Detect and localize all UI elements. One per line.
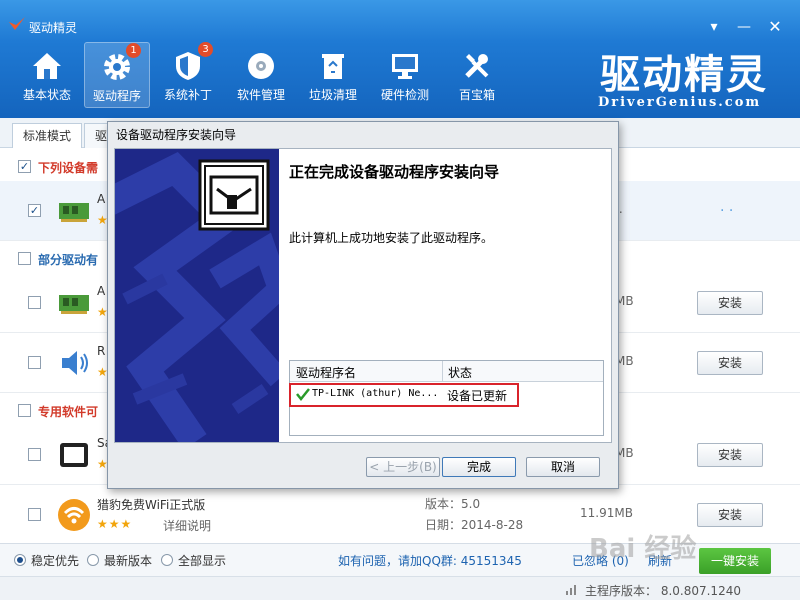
nav-label: 硬件检测 — [380, 88, 429, 102]
qq-group-link[interactable]: 如有问题，请加QQ群: 45151345 — [338, 552, 522, 569]
date-text: 日期：2014-8-28 — [425, 518, 524, 532]
nav-hardware-check[interactable]: 硬件检测 — [372, 42, 438, 108]
monitor-icon — [392, 54, 418, 79]
section-checkbox[interactable]: ✓ — [18, 160, 31, 173]
section-checkbox[interactable] — [18, 252, 31, 265]
nav-label: 基本状态 — [22, 88, 71, 102]
brand-logo-text: 驱动精灵 — [600, 52, 766, 94]
recycle-bin-icon — [322, 54, 344, 79]
row-checkbox[interactable] — [28, 296, 41, 309]
watermark-text: Bai 经验 — [589, 533, 696, 564]
nav-junk-cleanup[interactable]: 垃圾清理 — [300, 42, 366, 108]
cancel-button[interactable]: 取消 — [526, 457, 600, 477]
row-checkbox[interactable] — [28, 356, 41, 369]
nav-drivers[interactable]: 1 驱动程序 — [84, 42, 150, 108]
highlight-box — [289, 383, 519, 407]
driver-name: R — [97, 344, 106, 358]
table-header: 驱动程序名 状态 — [290, 361, 603, 382]
rating-stars: ★★★ — [97, 517, 133, 531]
file-size: 11.91MB — [580, 506, 633, 520]
details-link[interactable]: 详细说明 — [163, 517, 211, 534]
dialog-body: 正在完成设备驱动程序安装向导 此计算机上成功地安装了此驱动程序。 驱动程序名 状… — [114, 148, 612, 443]
nav-label: 驱动程序 — [92, 89, 141, 103]
install-button[interactable]: 安装 — [697, 503, 763, 527]
program-version: 主程序版本： 8.0.807.1240 — [585, 584, 741, 598]
house-icon — [33, 53, 61, 79]
row-checkbox[interactable]: ✓ — [28, 204, 41, 217]
disc-icon — [248, 53, 274, 79]
close-button[interactable]: ✕ — [765, 18, 785, 36]
baidu-watermark: Bai 经验 — [589, 533, 696, 564]
section-title: 专用软件可 — [38, 405, 99, 419]
driver-install-wizard-dialog: 设备驱动程序安装向导 正在完成设备驱动程序安装向导 此计算机上成功地安装了此驱动… — [107, 121, 619, 489]
app-title: 驱动精灵 — [29, 21, 78, 35]
radio-show-all[interactable] — [161, 554, 173, 566]
menu-dropdown-icon[interactable]: ▾ — [704, 18, 724, 36]
dialog-heading: 正在完成设备驱动程序安装向导 — [289, 163, 500, 181]
title-bar: 驱动精灵 ▾ — ✕ — [0, 0, 800, 36]
driver-status-table: 驱动程序名 状态 TP-LINK (athur) Ne... 设备已更新 — [289, 360, 604, 436]
wizard-banner-image — [115, 149, 279, 442]
section-title: 部分驱动有 — [38, 253, 99, 267]
brand-logo: 驱动精灵 — [600, 52, 766, 94]
brand-subtitle: DriverGenius.com — [598, 95, 762, 110]
nav-label: 软件管理 — [236, 88, 285, 102]
signal-icon — [566, 585, 576, 595]
nav-toolbox[interactable]: 百宝箱 — [444, 42, 510, 108]
nav-basic-status[interactable]: 基本状态 — [14, 42, 80, 108]
nav-system-patches[interactable]: 3 系统补丁 — [155, 42, 221, 108]
section-checkbox[interactable] — [18, 404, 31, 417]
network-card-icon — [59, 295, 89, 314]
driver-name: A — [97, 192, 106, 206]
section-title: 下列设备需 — [38, 161, 99, 175]
loading-dots-icon: · · — [720, 203, 734, 219]
device-icon — [60, 443, 88, 467]
driver-name: A — [97, 284, 106, 298]
finish-button[interactable]: 完成 — [442, 457, 516, 477]
network-card-icon — [59, 203, 89, 222]
software-name: 猎豹免费WiFi正式版 — [97, 498, 206, 512]
version-text: 版本：5.0 — [425, 497, 481, 511]
radio-label: 最新版本 — [104, 554, 153, 568]
install-button[interactable]: 安装 — [697, 443, 763, 467]
minimize-button[interactable]: — — [734, 18, 754, 36]
install-button[interactable]: 安装 — [697, 291, 763, 315]
dialog-title: 设备驱动程序安装向导 — [116, 128, 237, 142]
tab-standard-mode[interactable]: 标准模式 — [12, 123, 83, 148]
speaker-icon — [62, 351, 88, 375]
shield-icon — [176, 52, 200, 80]
radio-latest-version[interactable] — [87, 554, 99, 566]
radio-stable-first[interactable] — [14, 554, 26, 566]
tools-icon — [465, 54, 489, 78]
install-button[interactable]: 安装 — [697, 351, 763, 375]
wifi-icon — [58, 499, 90, 531]
nav-label: 百宝箱 — [458, 88, 495, 102]
column-header-driver-name[interactable]: 驱动程序名 — [296, 364, 356, 381]
back-button[interactable]: < 上一步(B) — [366, 457, 440, 477]
notification-badge: 3 — [198, 42, 213, 57]
radio-label: 稳定优先 — [31, 554, 80, 568]
app-logo-icon — [9, 17, 25, 30]
column-header-status[interactable]: 状态 — [448, 364, 472, 381]
column-divider — [442, 361, 443, 382]
radio-label: 全部显示 — [178, 554, 227, 568]
row-checkbox[interactable] — [28, 448, 41, 461]
nav-label: 系统补丁 — [163, 88, 212, 102]
dialog-message: 此计算机上成功地安装了此驱动程序。 — [289, 231, 494, 245]
row-checkbox[interactable] — [28, 508, 41, 521]
nav-software-manager[interactable]: 软件管理 — [228, 42, 294, 108]
nav-label: 垃圾清理 — [308, 88, 357, 102]
status-bar: 主程序版本： 8.0.807.1240 — [0, 576, 800, 600]
notification-badge: 1 — [126, 43, 141, 58]
table-row[interactable]: TP-LINK (athur) Ne... 设备已更新 — [289, 383, 603, 407]
top-bar: 驱动精灵 ▾ — ✕ 基本状态 1 驱动程序 3 系统补丁 软件管理 垃圾清理 … — [0, 0, 800, 118]
